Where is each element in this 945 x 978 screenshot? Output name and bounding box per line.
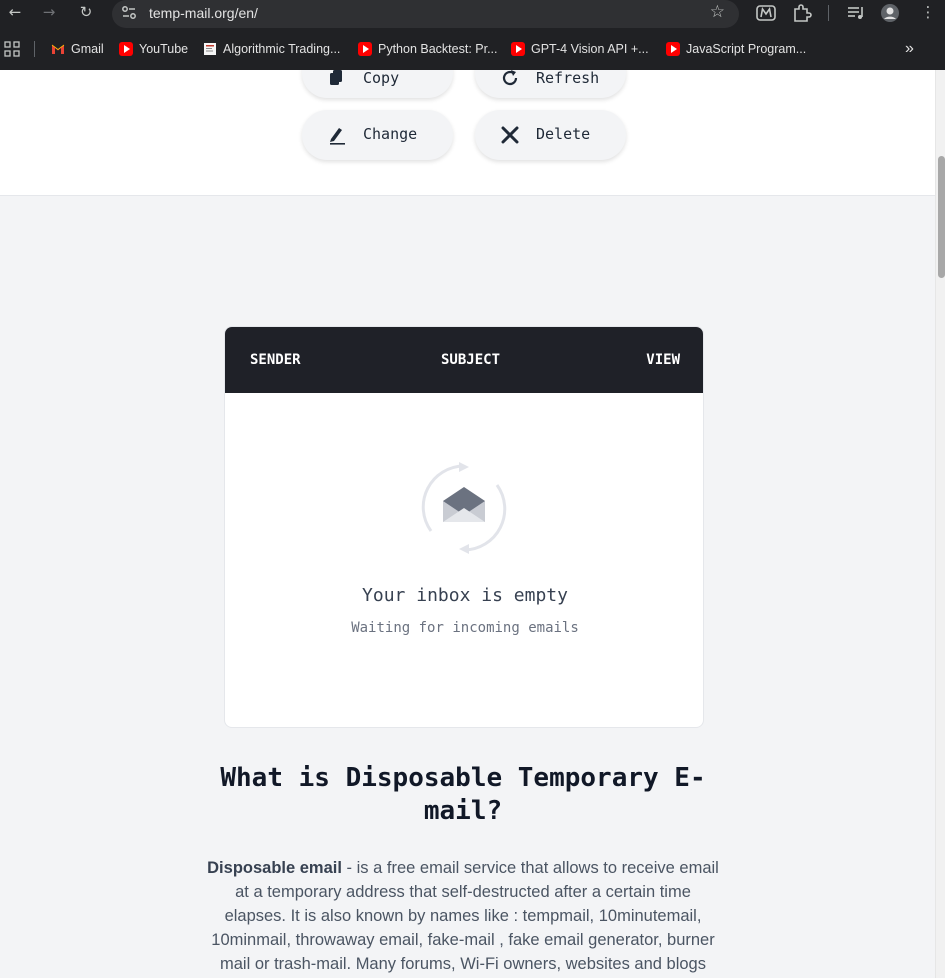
youtube-icon — [511, 41, 525, 56]
bookmark-label: YouTube — [139, 42, 189, 56]
empty-inbox-envelope-icon — [421, 462, 507, 554]
refresh-label: Refresh — [536, 70, 600, 87]
delete-button[interactable]: Delete — [475, 110, 626, 160]
article-paragraph: Disposable email - is a free email servi… — [206, 856, 720, 978]
copy-icon — [330, 70, 342, 85]
bookmark-label: GPT-4 Vision API +... — [531, 42, 649, 56]
article-lead-bold: Disposable email — [207, 859, 342, 877]
bookmark-star-icon[interactable]: ☆ — [710, 2, 725, 22]
column-view: VIEW — [646, 352, 680, 368]
address-bar[interactable]: temp-mail.org/en/ ☆ — [112, 0, 739, 28]
bookmark-gpt4-vision[interactable]: GPT-4 Vision API +... — [511, 40, 649, 58]
article-heading: What is Disposable Temporary E-mail? — [220, 763, 706, 826]
edit-pen-icon — [330, 128, 345, 145]
bookmark-python-backtest[interactable]: Python Backtest: Pr... — [358, 40, 498, 58]
page-viewport: Copy Refresh Change Delete SENDER SUBJEC… — [0, 70, 935, 978]
reload-icon[interactable]: ↻ — [76, 2, 96, 22]
forward-icon[interactable]: → — [39, 2, 59, 22]
bookmark-label: JavaScript Program... — [686, 42, 807, 56]
refresh-icon — [502, 70, 518, 86]
bookmark-youtube[interactable]: YouTube — [119, 40, 188, 58]
refresh-button[interactable]: Refresh — [475, 70, 626, 98]
change-label: Change — [363, 125, 418, 143]
youtube-icon — [358, 41, 372, 56]
inbox-header: SENDER SUBJECT VIEW — [225, 327, 703, 393]
bookmark-javascript-program[interactable]: JavaScript Program... — [666, 40, 806, 58]
extensions-puzzle-icon[interactable] — [792, 3, 812, 23]
bookmark-algorithmic-trading[interactable]: Algorithmic Trading... — [203, 40, 340, 58]
browser-toolbar: ← → ↻ temp-mail.org/en/ ☆ ⋮ Gmail YouTub… — [0, 0, 945, 70]
change-button[interactable]: Change — [302, 110, 453, 160]
menu-kebab-icon[interactable]: ⋮ — [918, 2, 938, 22]
page-icon — [204, 42, 216, 55]
bookmarks-overflow-button[interactable]: » — [905, 40, 914, 58]
url-text[interactable]: temp-mail.org/en/ — [149, 5, 258, 21]
youtube-icon — [119, 41, 133, 56]
bookmark-label: Algorithmic Trading... — [223, 42, 341, 56]
profile-avatar-icon[interactable] — [880, 3, 900, 23]
site-info-icon[interactable] — [120, 4, 138, 22]
bookmark-label: Gmail — [71, 42, 104, 56]
youtube-icon — [666, 41, 680, 56]
inbox-table: SENDER SUBJECT VIEW Your inbox is empty … — [224, 326, 704, 728]
page-scrollbar[interactable] — [935, 70, 945, 978]
close-x-icon — [501, 126, 519, 144]
gmail-icon — [51, 44, 65, 54]
bookmarks-divider — [34, 41, 35, 57]
apps-grid-icon[interactable] — [4, 41, 20, 57]
empty-inbox-subtitle: Waiting for incoming emails — [351, 620, 579, 636]
bookmarks-bar: Gmail YouTube Algorithmic Trading... Pyt… — [0, 36, 945, 62]
empty-inbox-title: Your inbox is empty — [362, 585, 568, 606]
extension-m-icon[interactable] — [756, 3, 776, 23]
email-actions-panel: Copy Refresh Change Delete — [0, 70, 935, 196]
delete-label: Delete — [536, 125, 591, 143]
toolbar-divider — [828, 5, 829, 21]
copy-button[interactable]: Copy — [302, 70, 453, 98]
scrollbar-thumb[interactable] — [938, 156, 945, 278]
back-icon[interactable]: ← — [5, 2, 25, 22]
column-sender: SENDER — [250, 352, 301, 368]
copy-label: Copy — [363, 70, 400, 87]
bookmark-label: Python Backtest: Pr... — [378, 42, 498, 56]
media-queue-icon[interactable] — [846, 3, 866, 23]
bookmark-gmail[interactable]: Gmail — [51, 40, 104, 58]
nav-row: ← → ↻ temp-mail.org/en/ ☆ ⋮ — [0, 0, 945, 28]
column-subject: SUBJECT — [441, 352, 501, 368]
